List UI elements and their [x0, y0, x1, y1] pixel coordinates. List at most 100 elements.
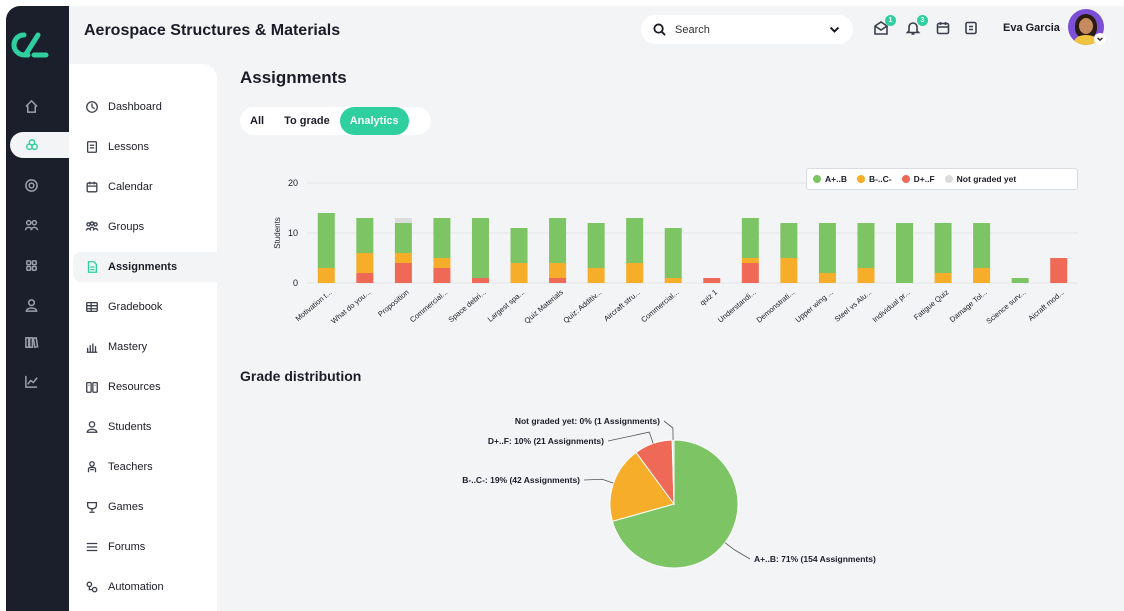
bar-segment[interactable] — [973, 223, 991, 268]
legend-item-not-graded[interactable]: Not graded yet — [944, 174, 1016, 184]
bar-segment[interactable] — [780, 258, 798, 283]
app-logo[interactable] — [10, 30, 54, 60]
bar-segment[interactable] — [587, 268, 605, 283]
nav-item-calendar[interactable]: Calendar — [73, 172, 217, 202]
bar-segment[interactable] — [664, 228, 682, 278]
person-icon[interactable] — [0, 292, 63, 318]
x-tick-label: Damage Tol... — [948, 288, 989, 325]
bar-segment[interactable] — [857, 223, 875, 268]
nav-item-label: Automation — [108, 581, 164, 593]
bar-segment[interactable] — [741, 258, 759, 263]
tab-analytics[interactable]: Analytics — [339, 107, 409, 135]
messages-button[interactable]: 1 — [873, 15, 896, 38]
assignments-grade-bar-chart: 0 10 20 Students Motivation t...What do you.… — [273, 178, 1078, 326]
nav-item-automation[interactable]: Automation — [73, 572, 217, 602]
bar-segment[interactable] — [549, 263, 567, 278]
bar-segment[interactable] — [394, 263, 412, 283]
bar-segment[interactable] — [433, 218, 451, 258]
nav-item-dashboard[interactable]: Dashboard — [73, 92, 217, 122]
notifications-button[interactable]: 3 — [905, 15, 928, 38]
bar-segment[interactable] — [471, 218, 489, 278]
bar-segment[interactable] — [356, 253, 374, 273]
pie-leader-line — [663, 420, 674, 441]
calendar-button[interactable] — [935, 20, 953, 38]
y-tick-label: 20 — [288, 178, 298, 188]
bar-segment[interactable] — [934, 223, 952, 273]
bar-segment[interactable] — [317, 213, 335, 268]
bar-segment[interactable] — [626, 218, 644, 263]
nav-item-mastery[interactable]: Mastery — [73, 332, 217, 362]
bar-segment[interactable] — [780, 223, 798, 258]
nav-item-students[interactable]: Students — [73, 412, 217, 442]
bar-segment[interactable] — [587, 223, 605, 268]
users-icon[interactable] — [0, 212, 63, 238]
chevron-down-icon[interactable] — [828, 23, 841, 36]
bar-segment[interactable] — [818, 273, 836, 283]
bar-segment[interactable] — [394, 253, 412, 263]
x-tick-label: Commercial... — [639, 288, 680, 325]
dashboard-icon — [86, 101, 98, 113]
legend-item-a[interactable]: A+..B — [813, 174, 847, 184]
home-icon[interactable] — [0, 93, 63, 119]
bar-segment[interactable] — [741, 263, 759, 283]
bar-segment[interactable] — [549, 218, 567, 263]
tab-all[interactable]: All — [240, 107, 274, 135]
nav-item-label: Students — [108, 421, 152, 433]
grid-icon[interactable] — [0, 252, 63, 278]
nav-item-forums[interactable]: Forums — [73, 532, 217, 562]
x-tick-label: Aicraft mod... — [1026, 288, 1066, 323]
chart-icon[interactable] — [0, 368, 63, 394]
mastery-icon — [86, 343, 98, 353]
user-name[interactable]: Eva Garcia — [1003, 22, 1060, 34]
courses-icon[interactable] — [10, 132, 69, 158]
x-tick-label: What do you... — [329, 288, 372, 326]
bar-segment[interactable] — [317, 268, 335, 283]
bar-segment[interactable] — [973, 268, 991, 283]
bar-segment[interactable] — [664, 278, 682, 283]
pie-label: Not graded yet: 0% (1 Assignments) — [515, 416, 660, 426]
bar-segment[interactable] — [1050, 258, 1068, 283]
bar-segment[interactable] — [896, 223, 914, 283]
bar-segment[interactable] — [510, 228, 528, 263]
nav-item-label: Calendar — [108, 181, 153, 193]
bar-segment[interactable] — [703, 278, 721, 283]
y-axis-label: Students — [273, 217, 282, 249]
nav-item-teachers[interactable]: Teachers — [73, 452, 217, 482]
search-input[interactable] — [675, 23, 815, 36]
x-tick-label: Space debri... — [447, 288, 488, 325]
tab-to-grade[interactable]: To grade — [274, 107, 340, 135]
search-bar[interactable] — [641, 15, 853, 44]
bar-segment[interactable] — [741, 218, 759, 258]
library-icon[interactable] — [0, 329, 63, 355]
x-tick-label: Commercial... — [408, 288, 449, 325]
bar-segment[interactable] — [857, 268, 875, 283]
user-menu-chevron-icon[interactable] — [1094, 33, 1106, 45]
bar-segment[interactable] — [818, 223, 836, 273]
bar-segment[interactable] — [356, 218, 374, 253]
bar-segment[interactable] — [394, 218, 412, 223]
x-tick-label: Largest spa... — [486, 288, 527, 324]
legend-item-d[interactable]: D+..F — [901, 174, 935, 184]
bar-segment[interactable] — [394, 223, 412, 253]
nav-item-lessons[interactable]: Lessons — [73, 132, 217, 162]
x-tick-label: Proposition — [376, 288, 411, 319]
nav-item-gradebook[interactable]: Gradebook — [73, 292, 217, 322]
bar-segment[interactable] — [1011, 278, 1029, 283]
legend-item-b[interactable]: B-..C- — [856, 174, 892, 184]
bar-segment[interactable] — [549, 278, 567, 283]
nav-item-assignments[interactable]: Assignments — [73, 252, 217, 282]
bar-segment[interactable] — [433, 258, 451, 268]
nav-item-groups[interactable]: Groups — [73, 212, 217, 242]
target-icon[interactable] — [0, 172, 63, 198]
bar-segment[interactable] — [510, 263, 528, 283]
bar-segment[interactable] — [626, 263, 644, 283]
nav-item-games[interactable]: Games — [73, 492, 217, 522]
y-tick-label: 0 — [293, 278, 298, 288]
bar-segment[interactable] — [433, 268, 451, 283]
planner-button[interactable] — [963, 20, 981, 38]
nav-item-label: Forums — [108, 541, 146, 553]
bar-segment[interactable] — [356, 273, 374, 283]
nav-item-resources[interactable]: Resources — [73, 372, 217, 402]
bar-segment[interactable] — [934, 273, 952, 283]
bar-segment[interactable] — [471, 278, 489, 283]
